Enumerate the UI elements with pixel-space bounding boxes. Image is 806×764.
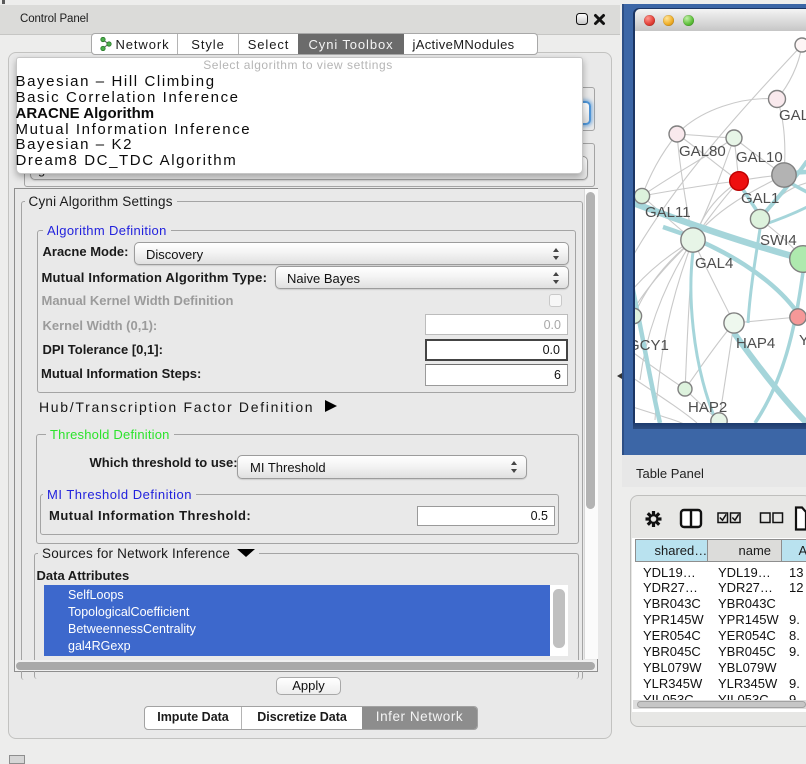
svg-text:GAL: GAL	[779, 107, 806, 124]
svg-text:GAL80: GAL80	[679, 143, 726, 160]
svg-text:SWI4: SWI4	[760, 232, 797, 249]
svg-text:HAP2: HAP2	[688, 399, 727, 416]
svg-text:GAL4: GAL4	[695, 255, 733, 272]
svg-text:GAL10: GAL10	[736, 149, 783, 166]
svg-text:GCY1: GCY1	[635, 337, 669, 354]
svg-text:GAL1: GAL1	[741, 190, 779, 207]
svg-text:Y: Y	[799, 332, 806, 349]
svg-text:HAP4: HAP4	[736, 335, 775, 352]
svg-text:GAL11: GAL11	[645, 204, 691, 221]
